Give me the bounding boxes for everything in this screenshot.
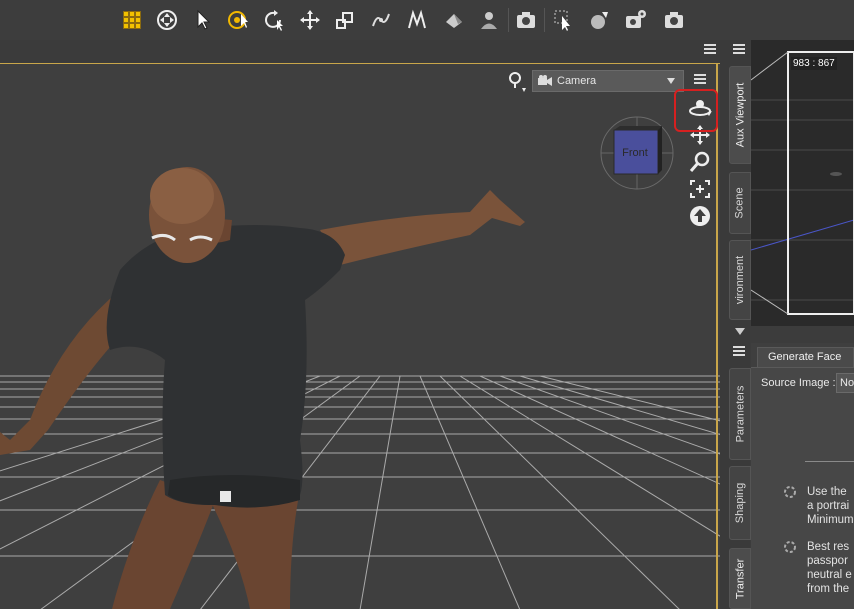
tab-generate-face[interactable]: Generate Face [757,347,854,367]
viewport-menu-icon[interactable] [692,72,708,88]
tab-aux-viewport-label: Aux Viewport [734,82,747,148]
aux-viewport-pane[interactable] [751,40,854,326]
render-icon[interactable] [512,6,540,34]
orbit-highlight-box [674,89,718,132]
tab-parameters-label: Parameters [734,385,747,443]
rotate-tool-icon[interactable] [260,6,288,34]
translate-tool-icon[interactable] [296,6,324,34]
source-image-select[interactable]: No [836,373,854,393]
toolbar-separator [544,8,545,32]
tab-shaping-label: Shaping [734,482,746,524]
geometry-editor-icon[interactable] [440,6,468,34]
screenshot-icon[interactable] [660,6,688,34]
toolbar-separator [508,8,509,32]
source-image-label: Source Image : [761,377,836,389]
main-toolbar [0,0,854,40]
tip-line: neutral e [807,569,852,581]
viewport-pane-menu-icon[interactable] [702,42,718,58]
view-cube-face-label: Front [622,147,648,159]
tab-scene[interactable]: Scene [729,172,751,234]
lower-pane-menu-icon[interactable] [731,344,747,360]
iray-icon[interactable] [586,6,614,34]
zoom-camera-icon[interactable] [687,150,713,174]
chevron-down-icon [667,78,675,84]
tab-environment[interactable]: vironment [729,240,751,320]
aux-resolution-badge: 983 : 867 [791,57,837,70]
aux-viewport-render [751,40,854,326]
camera-selector[interactable]: Camera [532,70,684,92]
joint-editor-icon[interactable] [367,6,395,34]
active-pose-icon[interactable] [224,6,252,34]
grid-tool-icon[interactable] [118,6,146,34]
tab-shaping[interactable]: Shaping [729,466,751,540]
surface-selection-icon[interactable] [475,6,503,34]
view-cube[interactable]: Front [598,114,676,192]
tip-portrait: Use the a portrai Minimum [807,485,854,527]
spinner-icon [784,541,796,553]
tab-environment-label: vironment [734,255,747,305]
universal-tool-icon[interactable] [153,6,181,34]
tab-scene-label: Scene [734,187,747,219]
viewport-options-pin-icon[interactable] [506,70,530,94]
spot-render-icon[interactable] [550,6,578,34]
viewport-header-strip [0,40,720,63]
tab-transfer[interactable]: Transfer [729,548,751,609]
spinner-icon [784,486,796,498]
divider [805,461,854,462]
tip-line: passpor [807,555,848,567]
reset-camera-icon[interactable] [687,204,713,228]
frame-camera-icon[interactable] [687,177,713,201]
tip-line: from the [807,583,850,595]
tip-line: Minimum [807,514,854,526]
node-weight-icon[interactable] [403,6,431,34]
tip-line: Use the [807,486,847,498]
scale-tool-icon[interactable] [331,6,359,34]
pointer-tool-icon[interactable] [189,6,217,34]
daz-studio-window: Camera Front Aux Viewport Scene vironmen… [0,0,854,609]
human-figure[interactable] [0,150,720,609]
tip-line: a portrai [807,500,850,512]
tip-best-results: Best res passpor neutral e from the [807,540,854,596]
render-settings-icon[interactable] [622,6,650,34]
tab-transfer-label: Transfer [734,558,747,599]
tab-parameters[interactable]: Parameters [729,368,751,460]
scroll-down-icon[interactable] [734,326,746,336]
tip-line: Best res [807,541,850,553]
side-pane-menu-icon[interactable] [731,42,747,58]
camera-icon [538,75,552,86]
tab-aux-viewport[interactable]: Aux Viewport [729,66,751,164]
camera-label: Camera [557,75,597,87]
